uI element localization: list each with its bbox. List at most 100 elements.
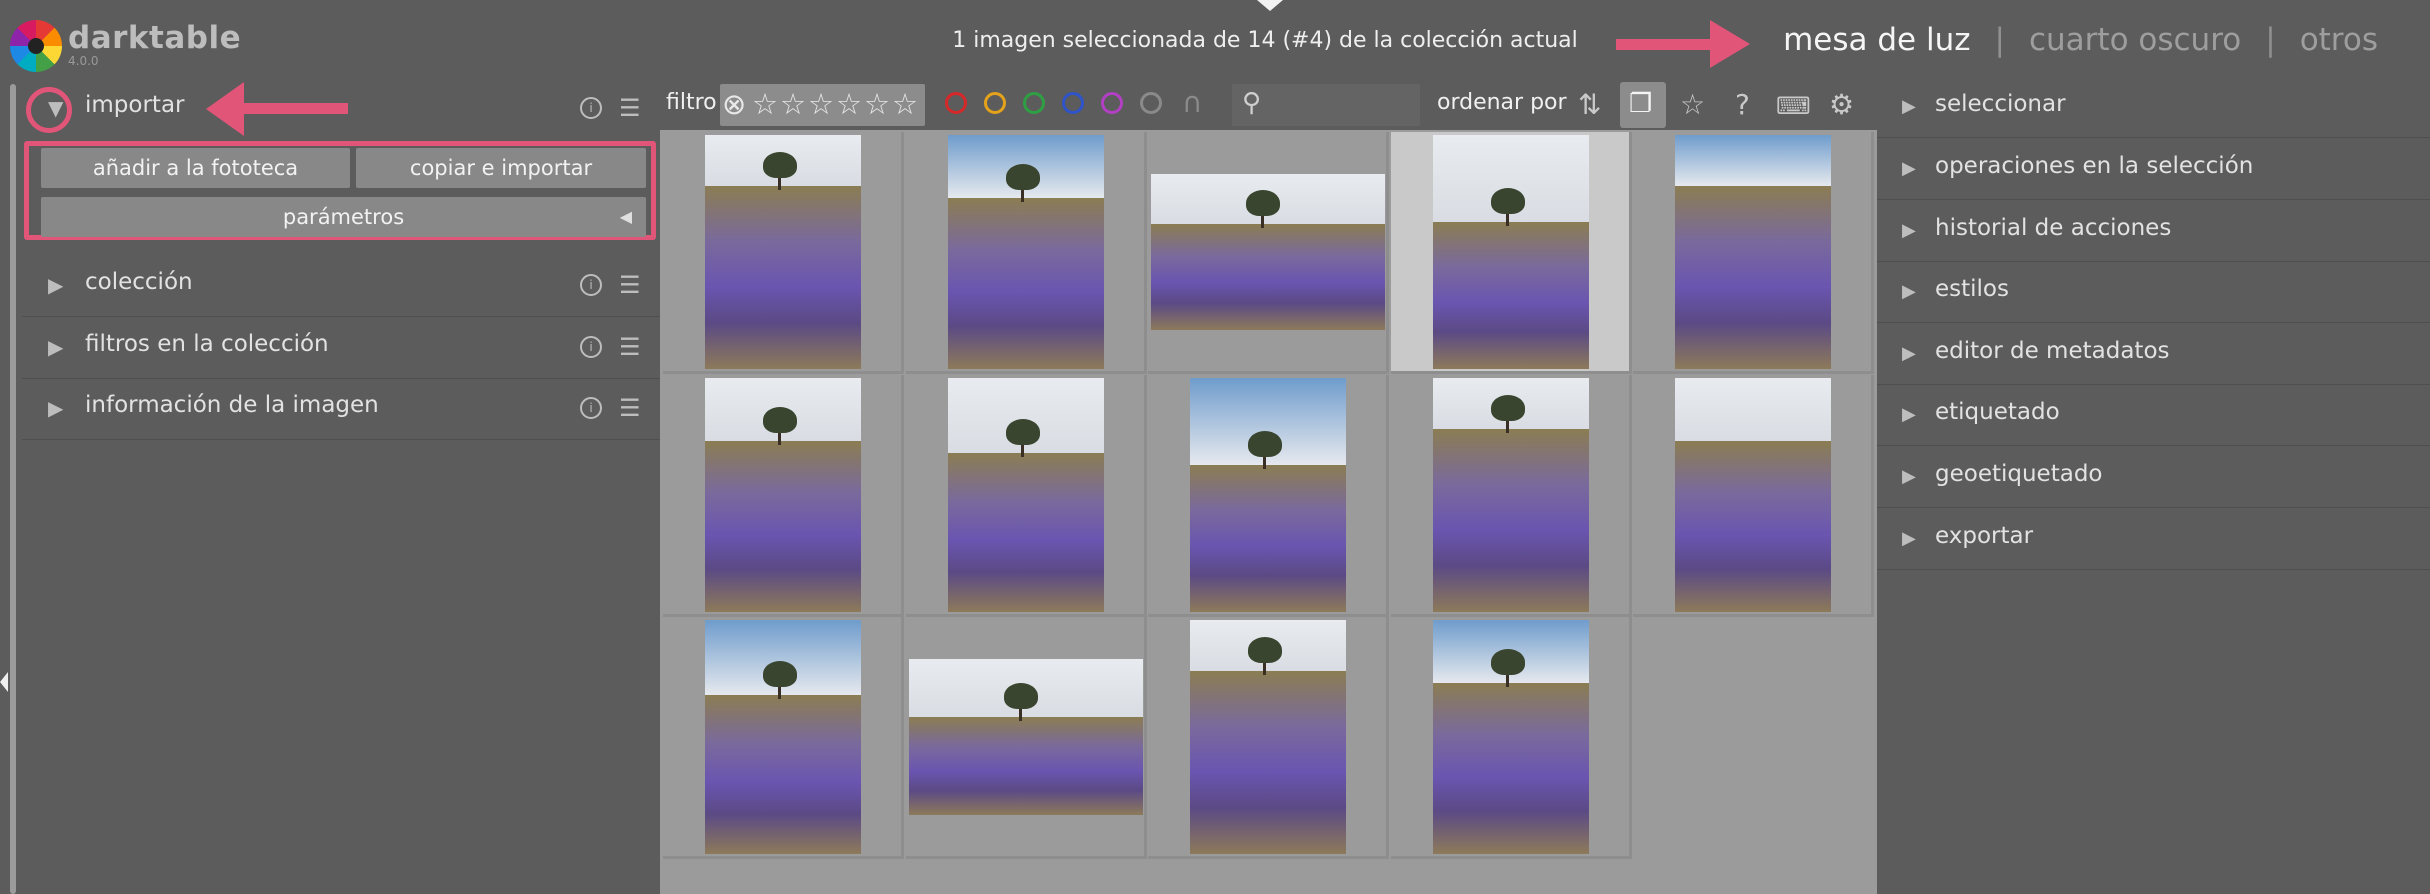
thumbnail-cell[interactable] — [663, 375, 904, 617]
parameters-button[interactable]: parámetros ◀ — [41, 197, 646, 237]
help-icon[interactable]: ? — [1735, 88, 1750, 121]
collapsed-triangle-icon[interactable]: ▶ — [1902, 281, 1916, 302]
hamburger-menu-icon[interactable]: ☰ — [619, 271, 641, 299]
annotation-arrow-import — [240, 103, 348, 114]
keyboard-icon[interactable]: ⌨ — [1776, 92, 1811, 120]
module-select[interactable]: ▶ seleccionar — [1877, 76, 2430, 138]
module-label: importar — [85, 92, 185, 118]
collapsed-triangle-icon[interactable]: ▶ — [48, 396, 63, 420]
color-operator-icon[interactable]: ∩ — [1182, 86, 1203, 119]
collapsed-triangle-icon[interactable]: ▶ — [1902, 158, 1916, 179]
tree-canopy — [763, 407, 797, 433]
module-styles[interactable]: ▶ estilos — [1877, 261, 2430, 323]
tree-canopy — [1006, 164, 1040, 190]
star-icon[interactable]: ☆ — [752, 87, 778, 121]
module-collection-filters[interactable]: ▶ filtros en la colección i ☰ — [22, 317, 660, 379]
collapsed-triangle-icon[interactable]: ▶ — [1902, 343, 1916, 364]
module-selected-images[interactable]: ▶ operaciones en la selección — [1877, 138, 2430, 200]
top-panel-toggle-icon[interactable] — [1257, 0, 1283, 11]
grouping-button[interactable]: ❐ — [1620, 82, 1666, 128]
view-separator: | — [2265, 22, 2276, 58]
color-label-yellow[interactable] — [984, 92, 1006, 114]
module-label: operaciones en la selección — [1935, 153, 2254, 179]
overlay-star-icon[interactable]: ☆ — [1680, 88, 1705, 121]
thumbnail-cell[interactable] — [1633, 375, 1874, 617]
collapsed-triangle-icon[interactable]: ▶ — [1902, 528, 1916, 549]
hamburger-menu-icon[interactable]: ☰ — [619, 394, 641, 422]
tree-canopy — [1491, 188, 1525, 214]
rating-filter[interactable]: ⊗ ☆ ☆ ☆ ☆ ☆ ☆ — [720, 84, 925, 126]
module-image-information[interactable]: ▶ información de la imagen i ☰ — [22, 378, 660, 440]
reject-icon[interactable]: ⊗ — [722, 87, 746, 121]
add-to-library-button[interactable]: añadir a la fototeca — [41, 148, 350, 188]
annotation-circle-expander — [26, 87, 72, 133]
photo-field — [948, 198, 1104, 369]
grouping-icon: ❐ — [1629, 89, 1653, 119]
gear-icon[interactable]: ⚙ — [1829, 88, 1854, 121]
collapsed-triangle-icon[interactable]: ▶ — [1902, 96, 1916, 117]
thumbnail-cell[interactable] — [1148, 375, 1389, 617]
module-export[interactable]: ▶ exportar — [1877, 508, 2430, 570]
thumbnail-cell[interactable] — [1391, 375, 1632, 617]
info-icon[interactable]: i — [580, 274, 602, 296]
module-label: filtros en la colección — [85, 331, 329, 357]
collapse-left-panel-icon[interactable] — [0, 672, 8, 692]
thumbnail-image — [909, 659, 1143, 815]
thumbnail-cell[interactable] — [1148, 617, 1389, 859]
thumbnail-cell[interactable] — [663, 132, 904, 374]
copy-and-import-button[interactable]: copiar e importar — [356, 148, 646, 188]
thumbnail-cell[interactable] — [1391, 617, 1632, 859]
color-label-none[interactable] — [1140, 92, 1162, 114]
collapsed-triangle-icon[interactable]: ▶ — [1902, 466, 1916, 487]
app-version: 4.0.0 — [68, 54, 99, 68]
sort-order-icon[interactable]: ⇅ — [1578, 88, 1601, 121]
photo-field — [705, 186, 861, 369]
module-collection[interactable]: ▶ colección i ☰ — [22, 255, 660, 317]
view-other[interactable]: otros — [2300, 22, 2378, 58]
thumbnail-image — [1190, 378, 1346, 612]
info-icon[interactable]: i — [580, 97, 602, 119]
view-lighttable[interactable]: mesa de luz — [1783, 22, 1970, 58]
collapsed-triangle-icon[interactable]: ▶ — [1902, 404, 1916, 425]
photo-field — [705, 695, 861, 854]
collapsed-triangle-icon[interactable]: ▶ — [1902, 220, 1916, 241]
thumbnail-cell[interactable] — [906, 375, 1147, 617]
thumbnail-cell[interactable] — [906, 132, 1147, 374]
color-label-purple[interactable] — [1101, 92, 1123, 114]
thumbnail-cell[interactable] — [1148, 132, 1389, 374]
star-icon[interactable]: ☆ — [808, 87, 834, 121]
view-darkroom[interactable]: cuarto oscuro — [2029, 22, 2241, 58]
darktable-logo-icon — [10, 20, 62, 72]
thumbnail-cell[interactable] — [663, 617, 904, 859]
module-label: estilos — [1935, 276, 2009, 302]
thumbnail-cell[interactable] — [906, 617, 1147, 859]
hamburger-menu-icon[interactable]: ☰ — [619, 94, 641, 122]
hamburger-menu-icon[interactable]: ☰ — [619, 333, 641, 361]
module-tagging[interactable]: ▶ etiquetado — [1877, 384, 2430, 446]
search-icon: ⚲ — [1242, 88, 1262, 118]
thumbnail-image — [948, 378, 1104, 612]
photo-field — [1433, 222, 1589, 369]
color-label-blue[interactable] — [1062, 92, 1084, 114]
thumbnail-cell[interactable] — [1391, 132, 1632, 374]
color-label-red[interactable] — [945, 92, 967, 114]
left-panel-scrollbar[interactable] — [10, 84, 16, 894]
star-icon[interactable]: ☆ — [780, 87, 806, 121]
star-icon[interactable]: ☆ — [864, 87, 890, 121]
info-icon[interactable]: i — [580, 397, 602, 419]
module-geotagging[interactable]: ▶ geoetiquetado — [1877, 446, 2430, 508]
app-name: darktable — [68, 20, 242, 56]
thumbnail-cell[interactable] — [1633, 132, 1874, 374]
color-label-green[interactable] — [1023, 92, 1045, 114]
collapsed-triangle-icon[interactable]: ▶ — [48, 335, 63, 359]
star-icon[interactable]: ☆ — [892, 87, 918, 121]
module-history-stack[interactable]: ▶ historial de acciones — [1877, 200, 2430, 262]
info-icon[interactable]: i — [580, 336, 602, 358]
photo-field — [1675, 186, 1831, 369]
star-icon[interactable]: ☆ — [836, 87, 862, 121]
collapsed-triangle-icon[interactable]: ▶ — [48, 273, 63, 297]
view-separator: | — [1994, 22, 2005, 58]
thumbnail-image — [948, 135, 1104, 369]
annotation-arrowhead-import — [206, 82, 244, 136]
module-metadata-editor[interactable]: ▶ editor de metadatos — [1877, 323, 2430, 385]
